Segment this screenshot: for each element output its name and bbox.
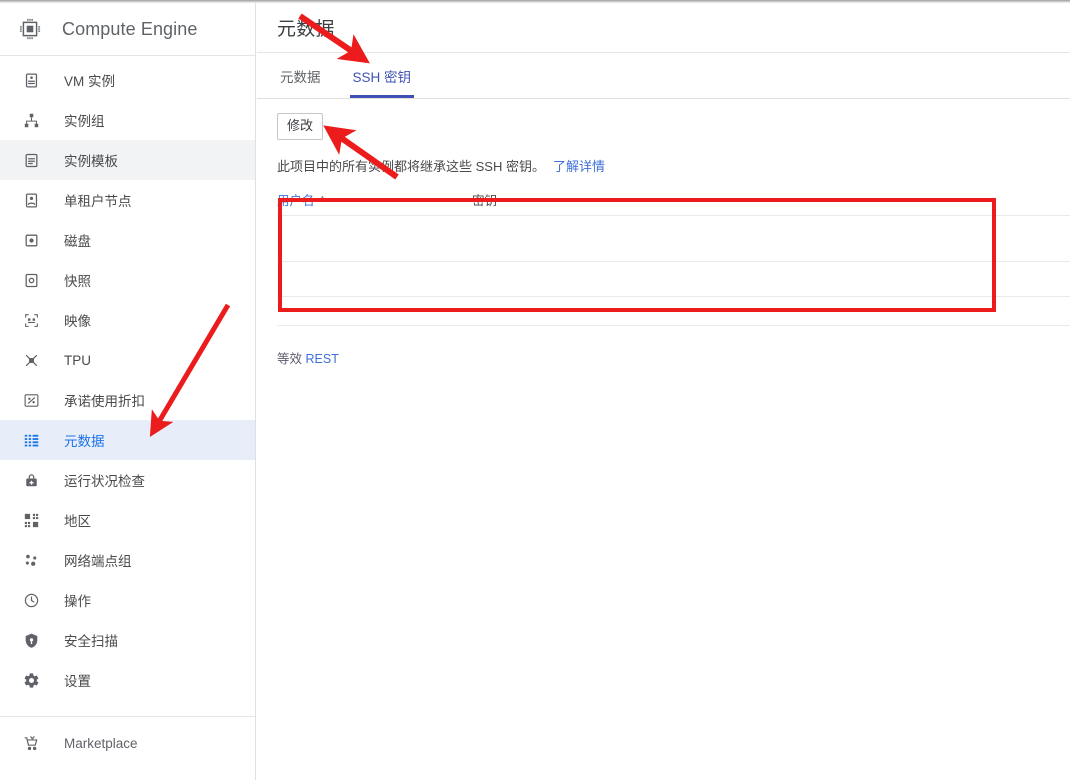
sidebar-item-label: 单租户节点 (64, 194, 132, 209)
health-check-icon (20, 469, 42, 491)
sidebar-item-committed-use-discounts[interactable]: 承诺使用折扣 (0, 380, 255, 420)
sidebar: Compute Engine VM 实例 实例组 实例模板 单租户节点 磁盘 快… (0, 3, 256, 780)
ssh-key-table-highlight-box (278, 198, 996, 312)
sidebar-item-marketplace[interactable]: Marketplace (0, 723, 255, 763)
sidebar-item-label: 操作 (64, 594, 91, 609)
sidebar-item-disks[interactable]: 磁盘 (0, 220, 255, 260)
sidebar-item-label: 设置 (64, 674, 91, 689)
sidebar-brand[interactable]: Compute Engine (0, 3, 255, 56)
sidebar-item-security-scans[interactable]: 安全扫描 (0, 620, 255, 660)
table-row (277, 325, 1070, 326)
sidebar-item-metadata[interactable]: 元数据 (0, 420, 255, 460)
marketplace-cart-icon (20, 732, 42, 754)
sidebar-item-label: 承诺使用折扣 (64, 394, 145, 409)
sidebar-footer-nav: Marketplace (0, 717, 255, 763)
zones-icon (20, 509, 42, 531)
sidebar-item-vm-instances[interactable]: VM 实例 (0, 60, 255, 100)
equivalent-rest-link[interactable]: 等效 REST (277, 348, 339, 367)
sidebar-item-zones[interactable]: 地区 (0, 500, 255, 540)
sidebar-item-health-checks[interactable]: 运行状况检查 (0, 460, 255, 500)
ssh-keys-description-text: 此项目中的所有实例都将继承这些 SSH 密钥。 (277, 159, 545, 174)
sidebar-item-label: 安全扫描 (64, 634, 118, 649)
sidebar-item-images[interactable]: 映像 (0, 300, 255, 340)
disk-icon (20, 229, 42, 251)
percent-discount-icon (20, 389, 42, 411)
sidebar-item-settings[interactable]: 设置 (0, 660, 255, 700)
network-endpoint-group-icon (20, 549, 42, 571)
equivalent-rest-link-cn: 等效 (277, 352, 303, 366)
cpu-chip-icon (18, 17, 42, 41)
sidebar-nav: VM 实例 实例组 实例模板 单租户节点 磁盘 快照 映像 TPU 承诺使用折扣… (0, 56, 255, 763)
sidebar-item-network-endpoint-groups[interactable]: 网络端点组 (0, 540, 255, 580)
sidebar-item-operations[interactable]: 操作 (0, 580, 255, 620)
sidebar-item-label: 元数据 (64, 434, 105, 449)
operations-clock-icon (20, 589, 42, 611)
sidebar-item-snapshots[interactable]: 快照 (0, 260, 255, 300)
tab-bar: 元数据 SSH 密钥 (257, 53, 1070, 99)
gear-icon (20, 669, 42, 691)
sidebar-item-label: 快照 (64, 274, 91, 289)
edit-button[interactable]: 修改 (277, 113, 324, 140)
sidebar-item-instance-templates[interactable]: 实例模板 (0, 140, 255, 180)
snapshot-icon (20, 269, 42, 291)
tab-label: SSH 密钥 (352, 69, 412, 85)
sidebar-item-label: 实例组 (64, 114, 105, 129)
sidebar-item-label: 实例模板 (64, 154, 118, 169)
sidebar-item-instance-groups[interactable]: 实例组 (0, 100, 255, 140)
sidebar-item-label: VM 实例 (64, 74, 116, 89)
tab-label: 元数据 (280, 69, 321, 85)
page-header: 元数据 (257, 3, 1070, 53)
sidebar-item-tpu[interactable]: TPU (0, 340, 255, 380)
metadata-icon (20, 429, 42, 451)
instance-group-icon (20, 109, 42, 131)
sidebar-brand-title: Compute Engine (62, 18, 198, 39)
main-content: 元数据 元数据 SSH 密钥 修改 此项目中的所有实例都将继承这些 SSH 密钥… (257, 3, 1070, 780)
sidebar-item-sole-tenant-nodes[interactable]: 单租户节点 (0, 180, 255, 220)
equivalent-rest-link-en: REST (305, 352, 339, 366)
sidebar-item-label: 网络端点组 (64, 554, 132, 569)
sidebar-item-label: 磁盘 (64, 234, 91, 249)
sidebar-item-label: 地区 (64, 514, 91, 529)
tab-metadata[interactable]: 元数据 (277, 53, 324, 98)
image-icon (20, 309, 42, 331)
sole-tenant-node-icon (20, 189, 42, 211)
compute-engine-metadata-page: Compute Engine VM 实例 实例组 实例模板 单租户节点 磁盘 快… (0, 0, 1070, 780)
sidebar-item-label: Marketplace (64, 735, 138, 751)
sidebar-item-label: 映像 (64, 314, 91, 329)
page-title: 元数据 (277, 19, 335, 40)
sidebar-item-label: 运行状况检查 (64, 474, 145, 489)
tpu-icon (20, 349, 42, 371)
tab-ssh-keys[interactable]: SSH 密钥 (349, 53, 415, 98)
security-scan-shield-icon (20, 629, 42, 651)
instance-template-icon (20, 149, 42, 171)
learn-more-link[interactable]: 了解详情 (553, 159, 605, 174)
ssh-keys-description: 此项目中的所有实例都将继承这些 SSH 密钥。 了解详情 (277, 158, 1050, 176)
sidebar-item-label: TPU (64, 352, 91, 368)
vm-instance-icon (20, 69, 42, 91)
